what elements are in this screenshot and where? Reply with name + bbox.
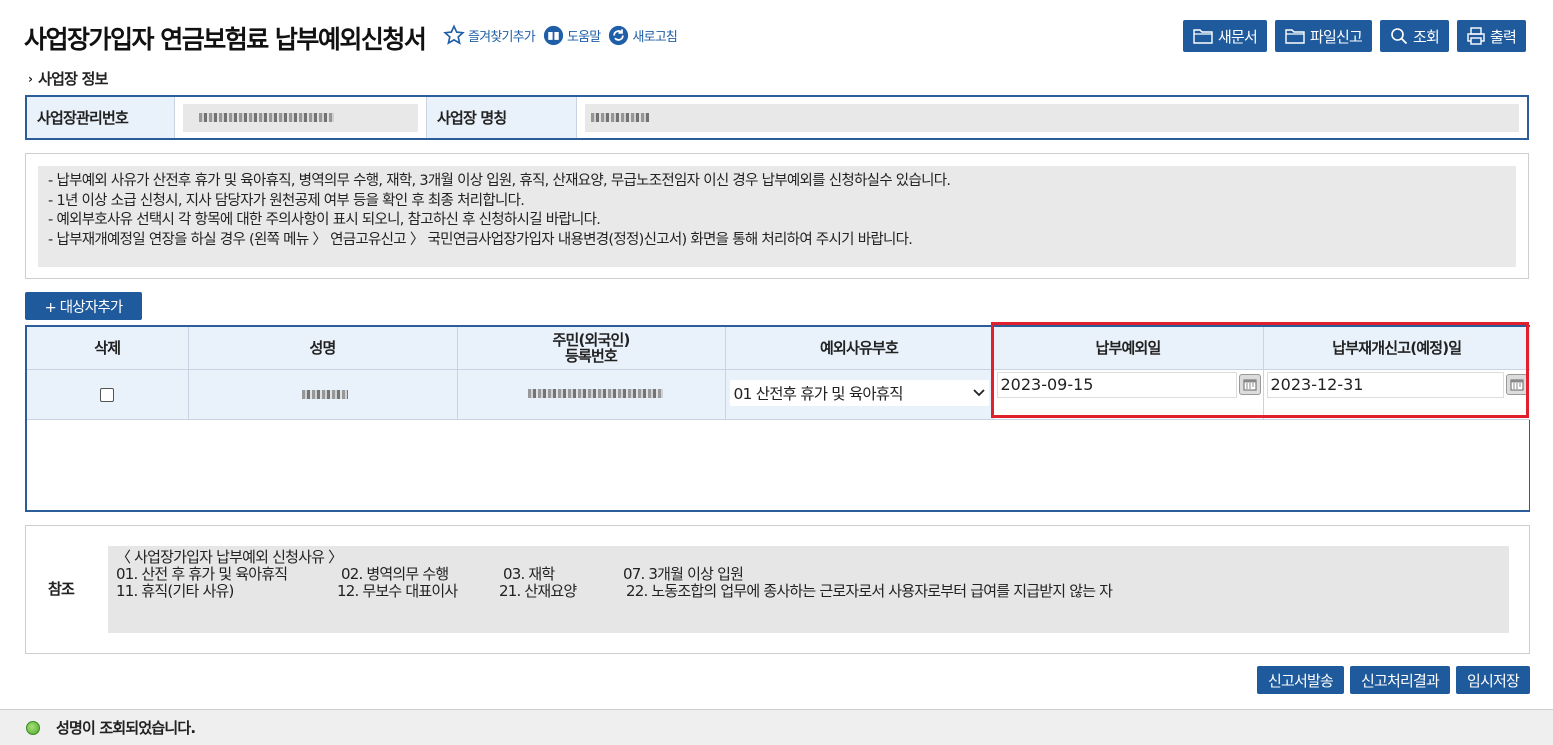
col-resident-no: 주민(외국인) 등록번호 — [457, 327, 726, 370]
reason-select[interactable]: 01 산전후 휴가 및 육아휴직 — [729, 379, 989, 406]
workplace-name-value — [577, 97, 1527, 138]
col-name: 성명 — [188, 327, 458, 370]
table-row: 01 산전후 휴가 및 육아휴직 2023-09-15 2023-12-31 — [27, 369, 1530, 420]
temp-save-button[interactable]: 임시저장 — [1455, 666, 1530, 694]
print-icon — [1467, 27, 1485, 45]
file-report-label: 파일신고 — [1309, 27, 1363, 46]
print-label: 출력 — [1489, 27, 1517, 46]
notice-line: - 납부재개예정일 연장을 하실 경우 (왼쪽 메뉴 〉 연금고유신고 〉 국민… — [48, 231, 913, 248]
subject-table: 삭제 성명 주민(외국인) 등록번호 예외사유부호 납부예외일 납부재개신고(예… — [27, 327, 1530, 420]
redacted-mask — [301, 389, 348, 399]
resume-date-cell: 2023-12-31 — [1263, 369, 1530, 420]
new-document-button[interactable]: 새문서 — [1182, 20, 1267, 52]
refresh-link[interactable]: 새로고침 — [608, 25, 678, 46]
resident-no-cell — [457, 369, 726, 420]
reference-item: 21. 산재요양 — [499, 582, 577, 600]
reference-box: 〈 사업장가입자 납부예외 신청사유 〉 01. 산전 후 휴가 및 육아휴직 … — [108, 546, 1509, 633]
search-button[interactable]: 조회 — [1379, 20, 1449, 52]
status-bar: 성명이 조회되었습니다. — [0, 709, 1553, 745]
col-resident-no-line1: 주민(외국인) — [552, 330, 630, 349]
notice-line: - 1년 이상 소급 신청시, 지사 담당자가 원천공제 여부 등을 확인 후 … — [48, 192, 525, 209]
resume-date-input[interactable]: 2023-12-31 — [1266, 371, 1504, 398]
subject-grid: 삭제 성명 주민(외국인) 등록번호 예외사유부호 납부예외일 납부재개신고(예… — [25, 325, 1530, 512]
chevron-down-icon — [972, 388, 985, 396]
col-exempt-date: 납부예외일 — [993, 327, 1264, 370]
reference-item: 11. 휴직(기타 사유) — [116, 582, 234, 600]
help-link[interactable]: 도움말 — [543, 25, 601, 46]
mgmt-no-field — [183, 103, 418, 132]
book-icon — [543, 25, 564, 45]
reference-item: 12. 무보수 대표이사 — [337, 582, 458, 600]
refresh-label: 새로고침 — [632, 29, 678, 45]
mgmt-no-label: 사업장관리번호 — [27, 97, 175, 138]
notice-box: - 납부예외 사유가 산전후 휴가 및 육아휴직, 병역의무 수행, 재학, 3… — [38, 166, 1516, 267]
reference-title: 〈 사업장가입자 납부예외 신청사유 〉 — [116, 548, 343, 566]
refresh-icon — [609, 25, 629, 45]
workplace-name-field — [585, 103, 1519, 132]
mgmt-no-value — [175, 97, 427, 138]
delete-cell — [27, 369, 189, 420]
calendar-icon — [1510, 379, 1524, 390]
bookmark-link[interactable]: 즐겨찾기추가 — [443, 24, 536, 46]
status-ok-icon — [26, 720, 40, 735]
search-label: 조회 — [1412, 27, 1440, 46]
file-report-button[interactable]: 파일신고 — [1274, 20, 1372, 52]
col-resident-no-line2: 등록번호 — [564, 346, 618, 365]
col-reason-code: 예외사유부호 — [725, 327, 994, 370]
exempt-date-input[interactable]: 2023-09-15 — [996, 371, 1237, 398]
reference-row-2: 11. 휴직(기타 사유) 12. 무보수 대표이사 21. 산재요양 22. … — [116, 583, 1501, 600]
resume-date-calendar-button[interactable] — [1506, 373, 1528, 395]
chevron-right-icon: › — [28, 71, 33, 86]
header-links: 즐겨찾기추가 도움말 새로고침 — [443, 24, 678, 46]
workplace-section-title: › 사업장 정보 — [28, 68, 108, 89]
reference-label: 참조 — [48, 580, 75, 598]
workplace-name-label: 사업장 명칭 — [427, 97, 577, 138]
add-subject-button[interactable]: + 대상자추가 — [25, 292, 142, 320]
print-button[interactable]: 출력 — [1456, 20, 1526, 52]
folder-icon — [1285, 29, 1305, 44]
page: 사업장가입자 연금보험료 납부예외신청서 즐겨찾기추가 도움말 새로고침 새문서… — [0, 0, 1553, 745]
notice-panel: - 납부예외 사유가 산전후 휴가 및 육아휴직, 병역의무 수행, 재학, 3… — [25, 153, 1529, 279]
calendar-icon — [1243, 379, 1256, 390]
submit-report-button[interactable]: 신고서발송 — [1256, 666, 1344, 694]
workplace-info: 사업장관리번호 사업장 명칭 — [25, 95, 1529, 140]
col-delete: 삭제 — [27, 327, 189, 370]
bottom-toolbar: 신고서발송 신고처리결과 임시저장 — [1256, 666, 1530, 694]
notice-line: - 납부예외 사유가 산전후 휴가 및 육아휴직, 병역의무 수행, 재학, 3… — [48, 173, 951, 189]
reference-panel: 참조 〈 사업장가입자 납부예외 신청사유 〉 01. 산전 후 휴가 및 육아… — [25, 525, 1530, 654]
reason-cell: 01 산전후 휴가 및 육아휴직 — [725, 369, 994, 420]
reference-item: 22. 노동조합의 업무에 종사하는 근로자로서 사용자로부터 급여를 지급받지… — [626, 582, 1113, 600]
status-message: 성명이 조회되었습니다. — [56, 719, 196, 737]
col-resume-date: 납부재개신고(예정)일 — [1263, 327, 1530, 370]
redacted-mask — [527, 388, 663, 398]
name-cell — [188, 369, 458, 420]
new-document-label: 새문서 — [1217, 27, 1258, 46]
redacted-mask — [199, 112, 334, 122]
help-label: 도움말 — [566, 29, 601, 45]
workplace-section-label: 사업장 정보 — [38, 70, 108, 88]
top-toolbar: 새문서 파일신고 조회 출력 — [1182, 20, 1526, 52]
notice-line: - 예외부호사유 선택시 각 항목에 대한 주의사항이 표시 되오니, 참고하신… — [48, 212, 601, 228]
bookmark-label: 즐겨찾기추가 — [468, 29, 536, 45]
delete-checkbox[interactable] — [100, 388, 115, 402]
star-icon — [443, 24, 465, 45]
reference-item: 07. 3개월 이상 입원 — [623, 565, 744, 583]
exempt-date-cell: 2023-09-15 — [993, 369, 1264, 420]
search-icon — [1391, 28, 1408, 45]
reference-item: 02. 병역의무 수행 — [341, 565, 449, 583]
folder-icon — [1193, 29, 1213, 44]
report-result-button[interactable]: 신고처리결과 — [1349, 666, 1450, 694]
reference-item: 01. 산전 후 휴가 및 육아휴직 — [116, 565, 288, 583]
reason-selected-value: 01 산전후 휴가 및 육아휴직 — [733, 384, 904, 403]
exempt-date-calendar-button[interactable] — [1238, 373, 1261, 395]
table-header-row: 삭제 성명 주민(외국인) 등록번호 예외사유부호 납부예외일 납부재개신고(예… — [27, 327, 1530, 370]
redacted-mask — [591, 112, 649, 122]
page-title: 사업장가입자 연금보험료 납부예외신청서 — [24, 25, 427, 54]
reference-row-1: 01. 산전 후 휴가 및 육아휴직 02. 병역의무 수행 03. 재학 07… — [116, 566, 1501, 583]
reference-item: 03. 재학 — [503, 565, 555, 583]
